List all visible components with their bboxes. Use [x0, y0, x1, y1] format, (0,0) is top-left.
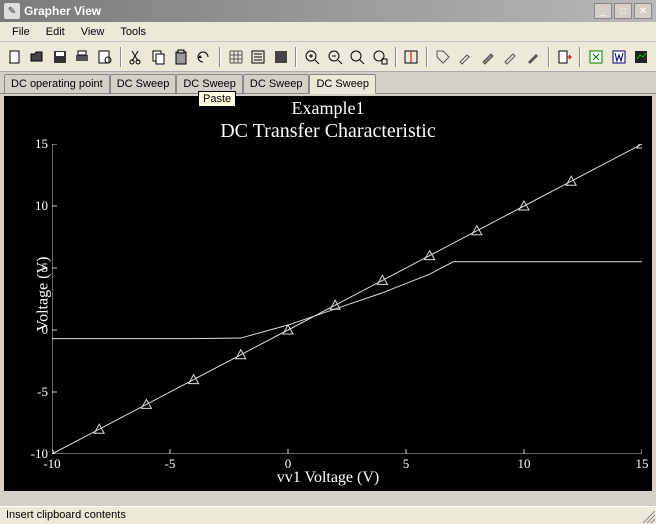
x-axis-label: vv1 Voltage (V)	[4, 469, 652, 487]
zoom-out-icon	[327, 49, 343, 65]
paste-button[interactable]	[171, 46, 193, 68]
x-tick-label: 15	[627, 456, 656, 472]
menu-file[interactable]: File	[4, 24, 38, 40]
axes-icon	[273, 49, 289, 65]
chart-icon	[633, 49, 649, 65]
print-button[interactable]	[72, 46, 94, 68]
undo-button[interactable]	[193, 46, 215, 68]
toolbar-separator	[295, 47, 297, 67]
toolbar-separator	[579, 47, 581, 67]
chart-title: Example1	[4, 98, 652, 119]
open-icon	[29, 49, 45, 65]
app-icon: ✎	[4, 3, 20, 19]
chart-subtitle: DC Transfer Characteristic	[4, 120, 652, 143]
tab-strip: DC operating point DC Sweep DC Sweep DC …	[0, 72, 656, 94]
copy-icon	[151, 49, 167, 65]
export-button[interactable]	[554, 46, 576, 68]
export-icon	[556, 49, 572, 65]
tag-button[interactable]	[432, 46, 454, 68]
marker-button[interactable]	[522, 46, 544, 68]
close-button[interactable]: ✕	[634, 3, 652, 19]
brush-icon	[480, 49, 496, 65]
dropper-button[interactable]	[455, 46, 477, 68]
menu-view[interactable]: View	[73, 24, 113, 40]
toolbar-separator	[426, 47, 428, 67]
y-tick-label: 5	[8, 260, 48, 276]
zoom-region-button[interactable]	[369, 46, 391, 68]
cut-icon	[128, 49, 144, 65]
status-bar: Insert clipboard contents	[0, 506, 656, 524]
word-button[interactable]	[608, 46, 630, 68]
zoom-in-button[interactable]	[301, 46, 323, 68]
menu-tools[interactable]: Tools	[112, 24, 154, 40]
y-tick-label: 0	[8, 322, 48, 338]
window-buttons: _ □ ✕	[594, 3, 652, 19]
x-tick-label: 5	[391, 456, 421, 472]
new-button[interactable]	[4, 46, 26, 68]
cursor-button[interactable]	[401, 46, 423, 68]
pen-icon	[502, 49, 518, 65]
toolbar-separator	[120, 47, 122, 67]
tab-dc-sweep-1[interactable]: DC Sweep	[110, 74, 177, 93]
word-icon	[611, 49, 627, 65]
open-button[interactable]	[27, 46, 49, 68]
menu-edit[interactable]: Edit	[38, 24, 73, 40]
grid-button[interactable]	[225, 46, 247, 68]
preview-icon	[97, 49, 113, 65]
save-button[interactable]	[49, 46, 71, 68]
y-tick-label: -5	[8, 384, 48, 400]
x-tick-label: -10	[37, 456, 67, 472]
excel-icon	[588, 49, 604, 65]
x-tick-label: 0	[273, 456, 303, 472]
chart-button[interactable]	[630, 46, 652, 68]
legend-button[interactable]	[247, 46, 269, 68]
maximize-button[interactable]: □	[614, 3, 632, 19]
print-icon	[74, 49, 90, 65]
resize-grip-icon[interactable]	[641, 509, 655, 523]
tab-dc-sweep-4[interactable]: DC Sweep	[309, 74, 376, 94]
brush-button[interactable]	[477, 46, 499, 68]
legend-icon	[250, 49, 266, 65]
excel-button[interactable]	[585, 46, 607, 68]
zoom-region-icon	[372, 49, 388, 65]
plot-svg	[52, 144, 642, 454]
chart-area: Example1 DC Transfer Characteristic Volt…	[4, 96, 652, 491]
status-text: Insert clipboard contents	[6, 509, 126, 521]
paste-icon	[173, 49, 189, 65]
tab-dc-sweep-3[interactable]: DC Sweep	[243, 74, 310, 93]
y-tick-label: 15	[8, 136, 48, 152]
toolbar-separator	[395, 47, 397, 67]
tab-dc-operating-point[interactable]: DC operating point	[4, 74, 110, 93]
window-title: Grapher View	[24, 4, 594, 18]
dropper-icon	[457, 49, 473, 65]
zoom-fit-button[interactable]	[346, 46, 368, 68]
toolbar-separator	[548, 47, 550, 67]
zoom-out-button[interactable]	[324, 46, 346, 68]
y-tick-label: 10	[8, 198, 48, 214]
preview-button[interactable]	[94, 46, 116, 68]
zoom-fit-icon	[349, 49, 365, 65]
copy-button[interactable]	[148, 46, 170, 68]
tag-icon	[435, 49, 451, 65]
menu-bar: File Edit View Tools	[0, 22, 656, 42]
x-tick-label: 10	[509, 456, 539, 472]
pen-button[interactable]	[500, 46, 522, 68]
axes-button[interactable]	[270, 46, 292, 68]
toolbar	[0, 42, 656, 72]
grid-icon	[228, 49, 244, 65]
toolbar-separator	[219, 47, 221, 67]
new-icon	[7, 49, 23, 65]
cut-button[interactable]	[126, 46, 148, 68]
cursor-icon	[403, 49, 419, 65]
minimize-button[interactable]: _	[594, 3, 612, 19]
paste-tooltip: Paste	[198, 91, 236, 107]
undo-icon	[196, 49, 212, 65]
title-bar: ✎ Grapher View _ □ ✕	[0, 0, 656, 22]
save-icon	[52, 49, 68, 65]
x-tick-label: -5	[155, 456, 185, 472]
marker-icon	[525, 49, 541, 65]
zoom-in-icon	[304, 49, 320, 65]
